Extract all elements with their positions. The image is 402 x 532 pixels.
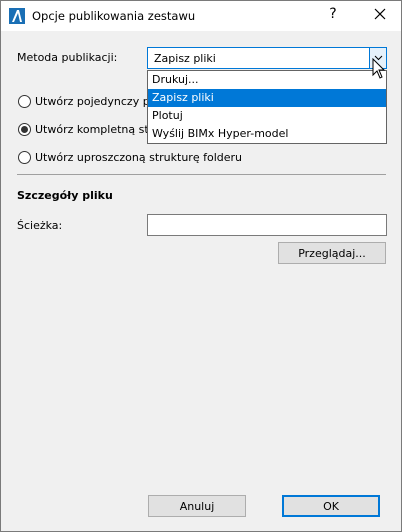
method-dropdown-list: Drukuj... Zapisz pliki Plotuj Wyślij BIM… [147, 70, 387, 144]
divider [17, 174, 386, 175]
radio-simplified-structure-label: Utwórz uproszczoną strukturę folderu [35, 151, 242, 164]
mouse-cursor-icon [372, 58, 386, 79]
help-button[interactable]: ? [323, 6, 343, 22]
dropdown-option-plot[interactable]: Plotuj [148, 107, 386, 125]
path-input[interactable] [147, 214, 387, 236]
file-details-heading: Szczegóły pliku [17, 189, 113, 202]
archicad-icon [9, 8, 25, 24]
radio-single-file[interactable] [18, 95, 31, 108]
browse-button[interactable]: Przeglądaj... [278, 242, 386, 264]
method-label: Metoda publikacji: [17, 51, 118, 64]
radio-full-structure[interactable] [18, 123, 31, 136]
radio-full-structure-label: Utwórz kompletną str [35, 123, 154, 136]
radio-simplified-structure[interactable] [18, 151, 31, 164]
cancel-button[interactable]: Anuluj [148, 495, 246, 517]
dialog-content: Metoda publikacji: Zapisz pliki Drukuj..… [1, 31, 401, 531]
radio-single-file-label: Utwórz pojedynczy pli [35, 95, 156, 108]
path-label: Ścieżka: [17, 219, 63, 232]
ok-button[interactable]: OK [282, 495, 380, 517]
title-bar: Opcje publikowania zestawu ? [1, 1, 401, 31]
dropdown-option-print[interactable]: Drukuj... [148, 71, 386, 89]
close-icon[interactable] [370, 4, 390, 24]
window-title: Opcje publikowania zestawu [32, 9, 196, 23]
dialog-footer: Anuluj OK [1, 483, 401, 531]
dialog-window: Opcje publikowania zestawu ? Metoda publ… [0, 0, 402, 532]
method-combobox[interactable]: Zapisz pliki [147, 47, 387, 69]
dropdown-option-send-bimx[interactable]: Wyślij BIMx Hyper-model [148, 125, 386, 143]
dropdown-option-save-files[interactable]: Zapisz pliki [148, 89, 386, 107]
method-selected-value: Zapisz pliki [154, 52, 216, 65]
